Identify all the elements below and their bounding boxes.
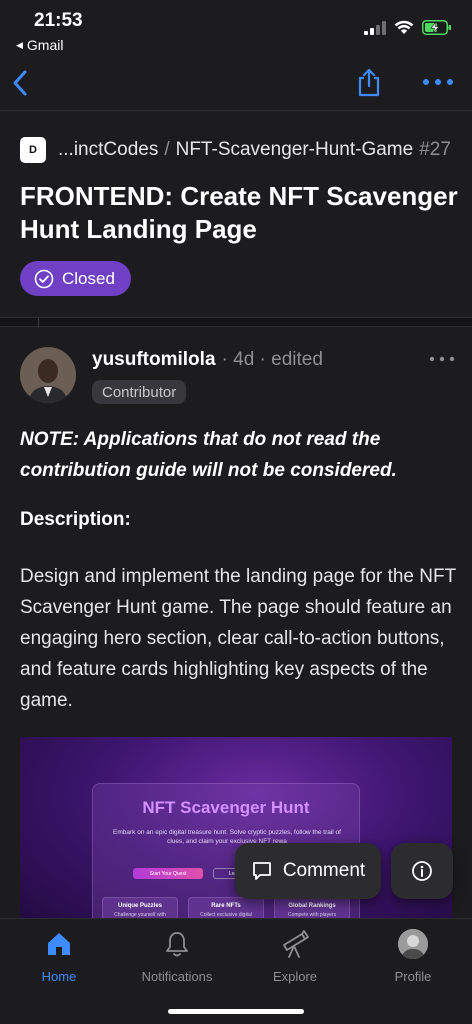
author-photo (20, 347, 76, 403)
back-to-app-link[interactable]: ◀ Gmail (16, 37, 63, 53)
preview-title: NFT Scavenger Hunt (142, 798, 310, 817)
author-username[interactable]: yusuftomilola (92, 349, 216, 371)
share-icon[interactable] (356, 68, 382, 98)
description-body: Design and implement the landing page fo… (20, 566, 456, 711)
telescope-icon (280, 929, 310, 959)
repo-owner-avatar: D (20, 137, 46, 163)
section-separator (0, 317, 472, 328)
comment-button-label: Comment (282, 860, 366, 881)
preview-feature-title: Unique Puzzles (117, 903, 162, 909)
tab-label: Home (41, 969, 77, 984)
timeline-line (38, 318, 39, 328)
tab-bar: Home Notifications Explore Profile (0, 918, 472, 1024)
more-options-icon[interactable] (420, 72, 456, 92)
comment-options-icon[interactable] (428, 351, 456, 367)
issue-state-badge: Closed (20, 261, 131, 296)
wifi-icon (394, 20, 414, 34)
repository-breadcrumb[interactable]: D ...inctCodes / NFT-Scavenger-Hunt-Game… (20, 137, 462, 163)
preview-start-button: Start Your Quest (133, 868, 203, 879)
preview-feature-title: Global Rankings (288, 903, 336, 909)
tab-label: Profile (394, 969, 432, 984)
back-triangle-icon: ◀ (16, 39, 23, 50)
comment-button[interactable]: Comment (235, 843, 381, 899)
back-app-label: Gmail (26, 37, 64, 53)
comment-bubble-icon (252, 862, 271, 880)
status-indicators (364, 20, 452, 35)
battery-charging-icon (422, 20, 451, 35)
description-heading: Description: (20, 509, 131, 530)
breadcrumb-separator: / (164, 139, 170, 160)
home-indicator (168, 1009, 304, 1014)
info-button[interactable] (391, 843, 453, 899)
comment-header: yusuftomilola · 4d · edited (92, 349, 323, 371)
profile-avatar-icon (398, 929, 428, 959)
status-time: 21:53 (34, 10, 83, 31)
closed-check-icon (34, 269, 54, 288)
repo-avatar-letter: D (29, 144, 37, 156)
contribution-note: NOTE: Applications that do not read the … (20, 429, 397, 481)
tab-notifications[interactable]: Notifications (118, 929, 236, 984)
bell-icon (162, 929, 192, 959)
back-chevron-icon[interactable] (10, 68, 30, 98)
author-avatar[interactable] (20, 347, 76, 403)
repo-owner[interactable]: ...inctCodes (58, 139, 158, 161)
info-icon (412, 861, 432, 881)
status-bar: 21:53 ◀ Gmail (0, 0, 472, 56)
nav-divider (0, 110, 472, 111)
issue-title: FRONTEND: Create NFT Scavenger Hunt Land… (20, 181, 458, 244)
tab-label: Notifications (141, 969, 213, 984)
profile-avatar (398, 929, 428, 959)
preview-feature-title: Rare NFTs (211, 903, 241, 909)
issue-state-label: Closed (62, 268, 115, 288)
repo-name[interactable]: NFT-Scavenger-Hunt-Game (176, 139, 414, 161)
comment-meta: · 4d · edited (221, 349, 323, 370)
tab-explore[interactable]: Explore (236, 929, 354, 984)
home-icon (44, 929, 74, 959)
landing-page-preview-image[interactable]: NFT Scavenger Hunt Embark on an epic dig… (20, 737, 452, 927)
issue-number: #27 (419, 139, 451, 160)
cellular-signal-icon (364, 20, 386, 35)
tab-profile[interactable]: Profile (354, 929, 472, 984)
tab-home[interactable]: Home (0, 929, 118, 984)
tab-label: Explore (272, 969, 318, 984)
author-role-badge: Contributor (92, 380, 187, 404)
navigation-bar (0, 56, 472, 110)
